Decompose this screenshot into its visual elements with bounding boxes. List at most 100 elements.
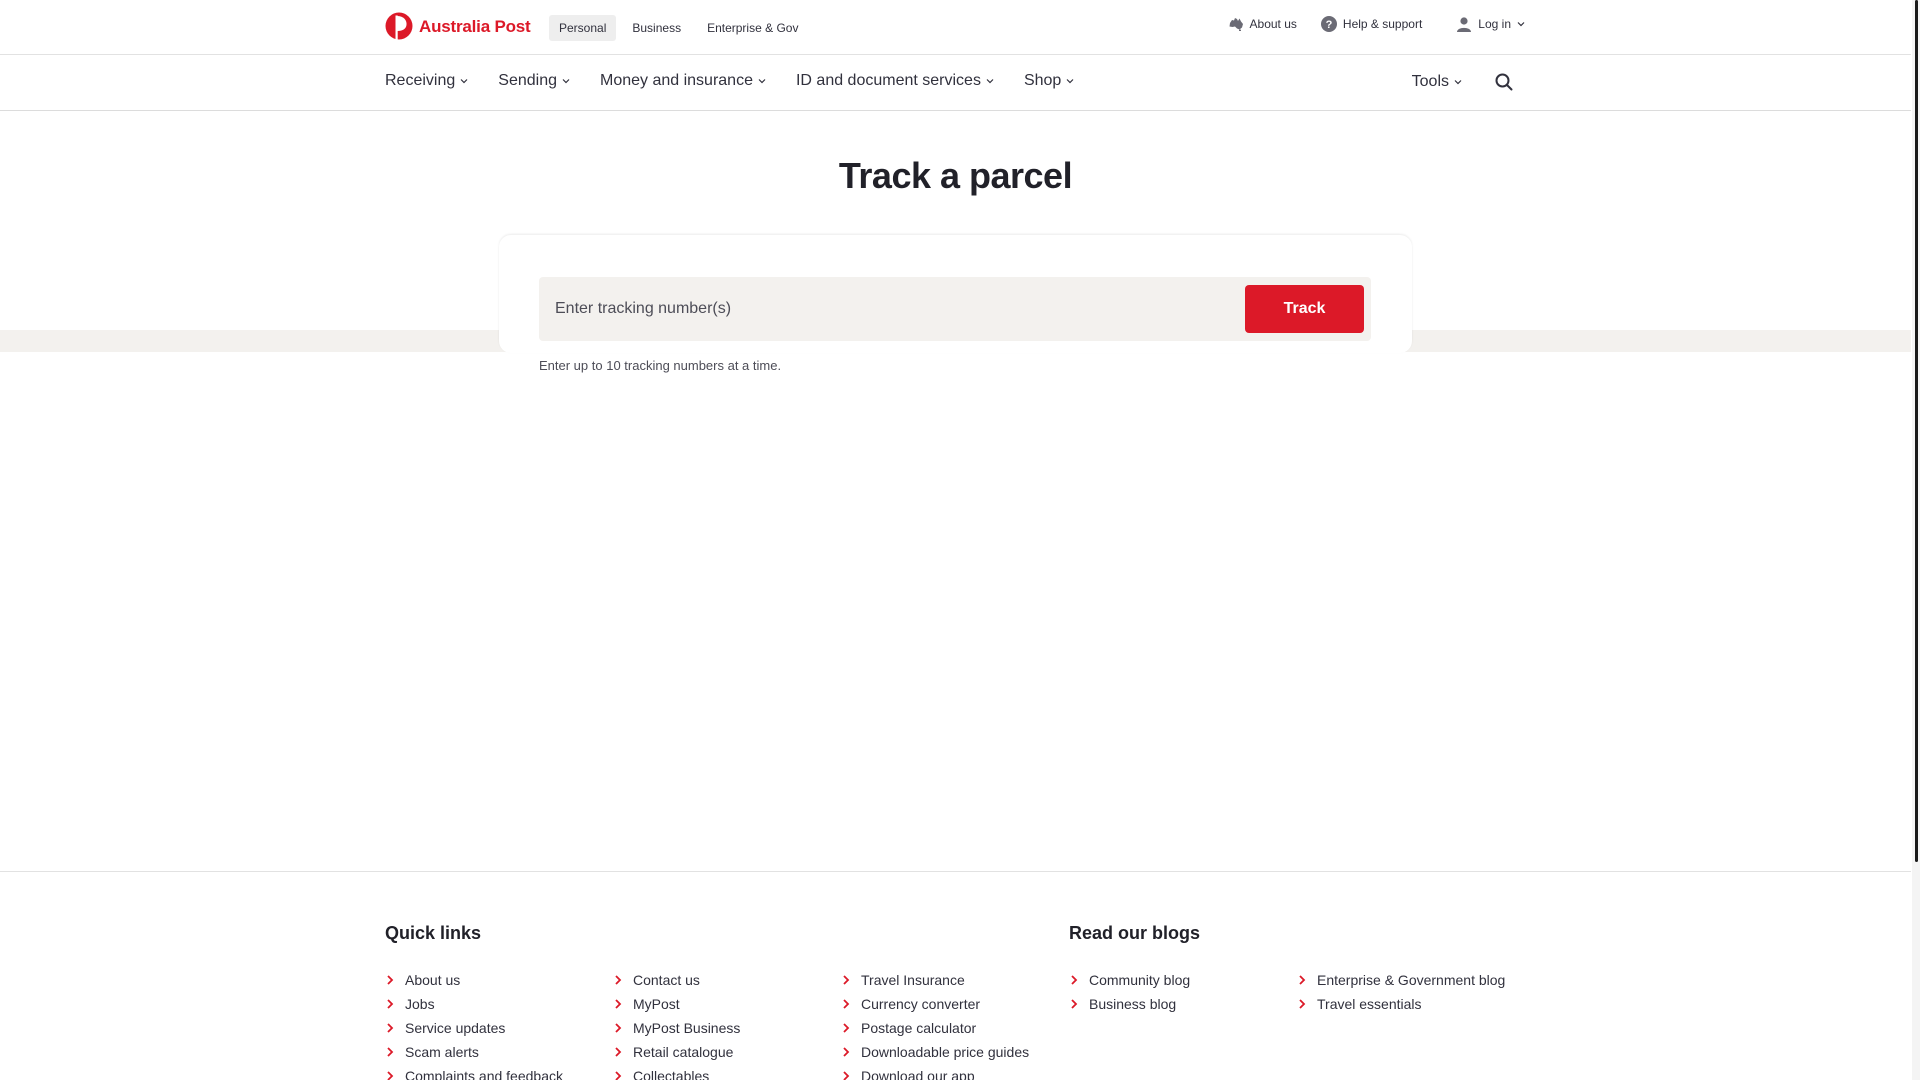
segment-tab-enterprise[interactable]: Enterprise & Gov — [697, 15, 808, 41]
footer-link-mypost[interactable]: MyPost — [613, 992, 740, 1016]
chevron-right-icon — [387, 999, 394, 1009]
login-link[interactable]: Log in — [1456, 16, 1525, 32]
footer-link-postage-calculator[interactable]: Postage calculator — [841, 1016, 1029, 1040]
chevron-right-icon — [843, 999, 850, 1009]
footer-link-label: Collectables — [633, 1068, 710, 1080]
nav-item-tools[interactable]: Tools — [1412, 73, 1462, 91]
footer-link-label: Travel essentials — [1317, 996, 1422, 1012]
chevron-right-icon — [1071, 975, 1078, 985]
nav-item-label: Money and insurance — [599, 72, 753, 89]
chevron-right-icon — [387, 975, 394, 985]
footer-link-travel-essentials[interactable]: Travel essentials — [1297, 992, 1505, 1016]
footer-link-label: Retail catalogue — [633, 1044, 734, 1060]
nav-item-id-document[interactable]: ID and document services — [796, 72, 994, 90]
chevron-down-icon — [562, 79, 570, 84]
footer-link-retail-catalogue[interactable]: Retail catalogue — [613, 1040, 740, 1064]
segment-tabs: Personal Business Enterprise & Gov — [549, 15, 814, 41]
footer-link-currency-converter[interactable]: Currency converter — [841, 992, 1029, 1016]
nav-item-shop[interactable]: Shop — [1024, 72, 1074, 90]
footer-link-collectables[interactable]: Collectables — [613, 1064, 740, 1080]
quick-links-column-2: Contact us MyPost MyPost Business Retail… — [613, 968, 740, 1080]
footer-link-label: Scam alerts — [405, 1044, 479, 1060]
footer-link-jobs[interactable]: Jobs — [385, 992, 563, 1016]
footer-link-travel-insurance[interactable]: Travel Insurance — [841, 968, 1029, 992]
footer-link-label: Postage calculator — [861, 1020, 977, 1036]
footer-link-label: MyPost — [633, 996, 680, 1012]
chevron-down-icon — [1454, 80, 1462, 85]
chevron-right-icon — [843, 1071, 850, 1080]
segment-tab-personal[interactable]: Personal — [549, 15, 617, 41]
footer-link-label: Contact us — [633, 972, 700, 988]
chevron-right-icon — [615, 975, 622, 985]
chevron-right-icon — [387, 1023, 394, 1033]
nav-item-money-insurance[interactable]: Money and insurance — [600, 72, 766, 90]
footer-link-complaints[interactable]: Complaints and feedback — [385, 1064, 563, 1080]
footer-link-price-guides[interactable]: Downloadable price guides — [841, 1040, 1029, 1064]
brand-logo[interactable]: Australia Post — [385, 12, 531, 42]
footer-link-scam-alerts[interactable]: Scam alerts — [385, 1040, 563, 1064]
chevron-down-icon — [460, 79, 468, 84]
login-label: Log in — [1478, 17, 1511, 31]
blogs-column-2: Enterprise & Government blog Travel esse… — [1297, 968, 1505, 1016]
nav-item-label: Tools — [1411, 73, 1449, 90]
footer-link-community-blog[interactable]: Community blog — [1069, 968, 1190, 992]
quick-links-column-1: About us Jobs Service updates Scam alert… — [385, 968, 563, 1080]
help-support-link[interactable]: ? Help & support — [1320, 16, 1423, 32]
footer-link-label: Download our app — [861, 1068, 975, 1080]
track-button[interactable]: Track — [1245, 285, 1364, 333]
tracking-field: Track — [539, 277, 1371, 341]
main-navigation: Receiving Sending Money and insurance ID… — [0, 55, 1911, 111]
question-icon: ? — [1320, 16, 1337, 32]
footer-link-enterprise-blog[interactable]: Enterprise & Government blog — [1297, 968, 1505, 992]
footer-link-label: Service updates — [405, 1020, 506, 1036]
blogs-column-1: Community blog Business blog — [1069, 968, 1190, 1016]
quick-links-column-3: Travel Insurance Currency converter Post… — [841, 968, 1029, 1080]
chevron-right-icon — [1299, 999, 1306, 1009]
about-us-link[interactable]: About us — [1228, 17, 1297, 31]
nav-item-sending[interactable]: Sending — [498, 72, 570, 90]
chevron-right-icon — [615, 1023, 622, 1033]
nav-menu: Receiving Sending Money and insurance ID… — [385, 72, 1104, 90]
nav-right: Tools — [1412, 70, 1516, 94]
user-icon — [1457, 17, 1472, 32]
australia-post-logo-icon — [385, 12, 413, 42]
footer-link-download-app[interactable]: Download our app — [841, 1064, 1029, 1080]
chevron-right-icon — [1071, 999, 1078, 1009]
search-icon — [1495, 73, 1513, 91]
footer-link-mypost-business[interactable]: MyPost Business — [613, 1016, 740, 1040]
chevron-right-icon — [843, 1047, 850, 1057]
search-button[interactable] — [1492, 70, 1516, 94]
nav-item-label: Receiving — [385, 72, 456, 89]
footer-link-label: Downloadable price guides — [861, 1044, 1030, 1060]
tracking-number-input[interactable] — [555, 277, 1235, 341]
footer-link-label: About us — [405, 972, 461, 988]
nav-item-receiving[interactable]: Receiving — [385, 72, 468, 90]
utility-links: About us ? Help & support Log in — [1204, 16, 1525, 32]
australia-map-icon — [1229, 18, 1243, 31]
chevron-right-icon — [843, 975, 850, 985]
footer-divider — [0, 871, 1911, 872]
chevron-down-icon — [1066, 79, 1074, 84]
footer-link-about-us[interactable]: About us — [385, 968, 563, 992]
scrollbar-thumb[interactable] — [1915, 0, 1918, 862]
footer-link-contact-us[interactable]: Contact us — [613, 968, 740, 992]
tracking-helper-text: Enter up to 10 tracking numbers at a tim… — [539, 358, 782, 373]
blogs-heading: Read our blogs — [1069, 923, 1201, 943]
brand-name: Australia Post — [419, 17, 531, 36]
chevron-down-icon — [758, 79, 766, 84]
segment-tab-business[interactable]: Business — [622, 15, 691, 41]
footer-link-label: Travel Insurance — [861, 972, 965, 988]
footer-link-label: Community blog — [1089, 972, 1191, 988]
chevron-down-icon — [986, 79, 994, 84]
help-support-label: Help & support — [1342, 17, 1423, 31]
footer-link-label: Enterprise & Government blog — [1317, 972, 1506, 988]
footer-link-service-updates[interactable]: Service updates — [385, 1016, 563, 1040]
chevron-right-icon — [843, 1023, 850, 1033]
nav-item-label: Shop — [1023, 72, 1062, 89]
nav-item-label: ID and document services — [795, 72, 981, 89]
footer-link-label: Jobs — [405, 996, 435, 1012]
chevron-right-icon — [615, 999, 622, 1009]
chevron-right-icon — [387, 1047, 394, 1057]
nav-item-label: Sending — [498, 72, 557, 89]
footer-link-business-blog[interactable]: Business blog — [1069, 992, 1190, 1016]
